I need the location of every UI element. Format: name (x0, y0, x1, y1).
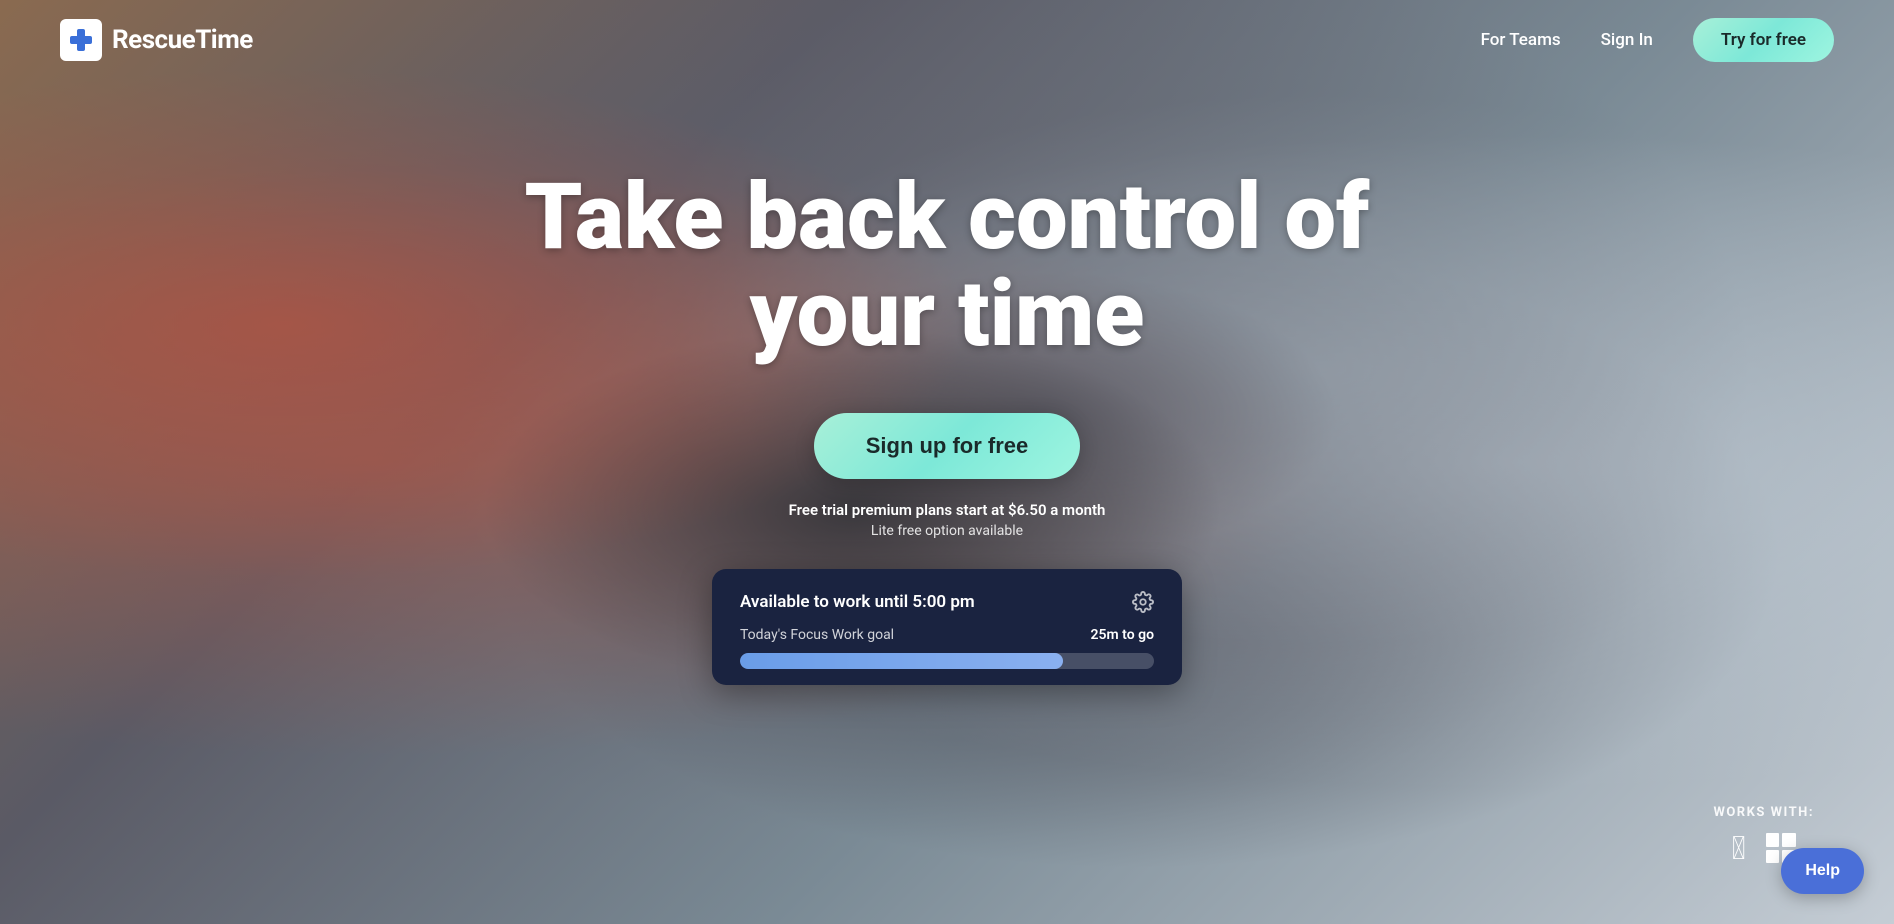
hero-pricing-text: Free trial premium plans start at $6.50 … (789, 501, 1106, 519)
focus-goal-value: 25m to go (1091, 627, 1154, 643)
for-teams-link[interactable]: For Teams (1481, 30, 1561, 50)
navbar: RescueTime For Teams Sign In Try for fre… (0, 0, 1894, 80)
hero-subtext: Free trial premium plans start at $6.50 … (789, 501, 1106, 539)
brand-name: RescueTime (112, 25, 253, 55)
focus-card-goal-row: Today's Focus Work goal 25m to go (740, 627, 1154, 643)
hero-title: Take back control of your time (525, 170, 1370, 363)
sign-in-link[interactable]: Sign In (1601, 30, 1653, 50)
help-button[interactable]: Help (1781, 848, 1864, 894)
nav-try-free-button[interactable]: Try for free (1693, 18, 1834, 62)
apple-icon:  (1732, 832, 1746, 864)
logo-cross-icon (70, 29, 92, 51)
progress-bar-fill (740, 653, 1063, 669)
logo-icon (60, 19, 102, 61)
works-with-label: WORKS WITH: (1713, 805, 1814, 820)
focus-card-header: Available to work until 5:00 pm (740, 591, 1154, 613)
hero-content: Take back control of your time Sign up f… (0, 80, 1894, 685)
nav-links: For Teams Sign In Try for free (1481, 18, 1834, 62)
focus-goal-label: Today's Focus Work goal (740, 627, 894, 643)
focus-card: Available to work until 5:00 pm Today's … (712, 569, 1182, 685)
hero-signup-button[interactable]: Sign up for free (814, 413, 1081, 479)
focus-card-title: Available to work until 5:00 pm (740, 592, 975, 612)
focus-progress-bar (740, 653, 1154, 669)
logo[interactable]: RescueTime (60, 19, 253, 61)
gear-icon[interactable] (1132, 591, 1154, 613)
hero-free-option-text: Lite free option available (789, 523, 1106, 539)
